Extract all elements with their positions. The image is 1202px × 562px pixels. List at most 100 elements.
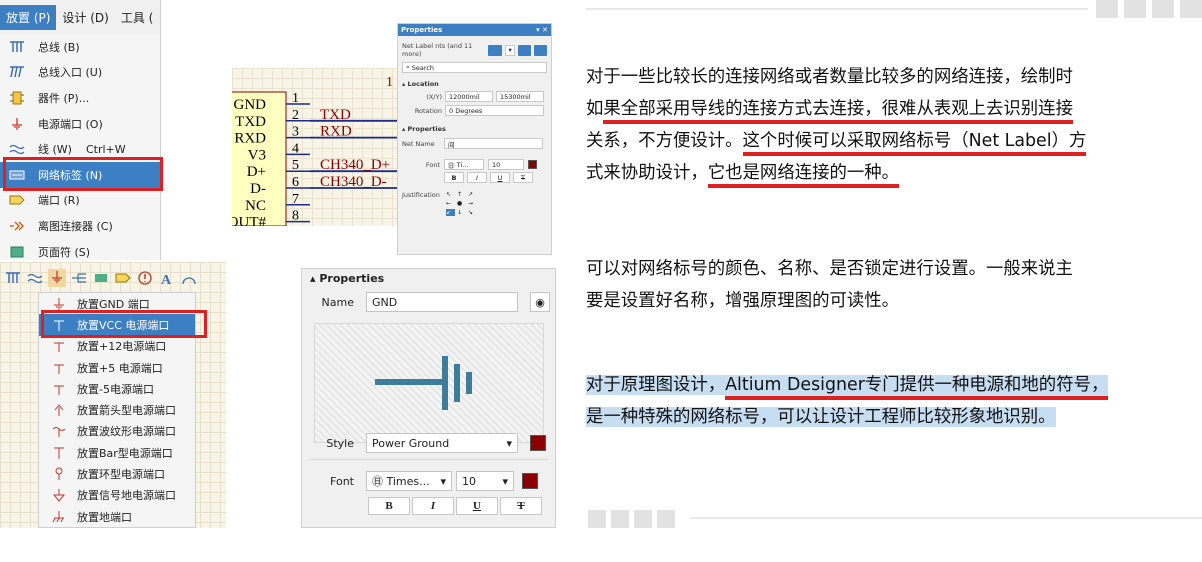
italic-button[interactable]: I [412,497,454,515]
power-port-icon [8,117,26,131]
menu-item-label: 页面符 (S) [38,245,91,259]
format-row: B I U T [368,497,542,515]
underline-button[interactable]: U [456,497,498,515]
list-item-label: 放置信号地电源端口 [77,489,176,503]
rotation-select[interactable]: 0 Degrees [445,105,544,116]
text-line: 对于原理图设计，Altium Designer专门提供一种电源和地的符号， [586,369,1109,401]
menu-tools[interactable]: 工具 ( [115,5,160,30]
style-color-swatch[interactable] [530,435,546,451]
visibility-eye-icon[interactable]: ◉ [530,292,550,312]
pin-number: 1 [292,91,299,106]
net-label-text[interactable]: RXD [320,124,352,140]
net-label-text[interactable]: TXD [320,107,351,123]
net-name-field[interactable]: 间 [444,138,543,149]
pin-number: 5 [292,158,299,173]
list-item[interactable]: 放置地端口 [39,506,195,527]
list-item-label: 放置+5 电源端口 [77,361,163,375]
name-value: GND [372,295,398,309]
list-item[interactable]: 放置箭头型电源端口 [39,399,195,420]
power-port-icon[interactable] [48,269,66,287]
no-erc-icon[interactable] [136,269,154,287]
properties-header[interactable]: ▴ Properties [398,122,551,136]
justification-grid[interactable]: ↖ ↑ ↗ ← ● → ↙ ↓ ↘ [446,191,477,216]
search-input[interactable]: ⌕ Search [402,62,547,73]
justification-row: Justification ↖ ↑ ↗ ← ● → ↙ ↓ ↘ [398,191,551,216]
text-line: 要是设置好名称，增强原理图的可读性。 [586,291,900,311]
text-line: 式来协助设计，它也是网络连接的一种。 [586,157,1086,189]
schematic-component: 1 GND 1 TXD 2 TXD RXD 3 RXD V3 4 D+ 5 CH340_D+ D- 6 CH3… [228,68,397,231]
select-add-icon[interactable] [533,44,548,56]
highlighted-text: 对于原理图设计， [586,375,726,395]
filter-dropdown[interactable]: ▾ [504,44,515,56]
menu-item-sheet-symbol[interactable]: 页面符 (S) [0,239,160,265]
bold-button[interactable]: B [444,172,464,183]
style-select[interactable]: Power Ground ▾ [366,433,518,453]
net-name-label: Net Name [402,139,435,148]
pin-number: 4 [292,141,299,156]
net-label-text[interactable]: CH340_D- [320,174,387,190]
text-span: 式来协助设计， [586,163,708,183]
chevron-down-icon: ▾ [502,474,508,488]
harness-icon[interactable] [70,269,88,287]
rotation-value: 0 Degrees [449,106,483,115]
font-select[interactable]: ㊐ Times... ▾ [366,471,452,491]
x-field[interactable]: 12000mil [445,91,493,102]
arc-icon[interactable] [180,269,198,287]
pin-name: GND [234,97,267,113]
wire-icon[interactable] [26,269,44,287]
list-item[interactable]: 放置-5电源端口 [39,378,195,399]
text-icon[interactable]: A [158,269,176,287]
location-header[interactable]: ▴ Location [398,77,551,91]
net-label-text[interactable]: CH340_D+ [320,157,390,173]
menu-item-power-port[interactable]: 电源端口 (O) [0,111,160,137]
menu-item-bus-entry[interactable]: 总线入口 (U) [0,60,160,86]
chevron-down-icon: ▾ [506,436,512,450]
text-line: 是一种特殊的网络标号，可以让设计工程师比较形象地识别。 [586,401,1108,433]
font-size-select[interactable]: 10 [488,159,524,170]
select-icon[interactable] [517,44,531,56]
bus-icon[interactable] [4,269,22,287]
location-header-label: Location [407,80,439,88]
name-row: Name GND ◉ [302,292,555,312]
menu-design[interactable]: 设计 (D) [56,5,114,30]
style-row: Style Power Ground ▾ [302,433,546,453]
menu-item-port[interactable]: 端口 (R) [0,188,160,214]
menu-place[interactable]: 放置 (P) [0,4,57,30]
filter-icon[interactable] [488,44,502,56]
list-item[interactable]: 放置Bar型电源端口 [39,442,195,463]
sheet-symbol-icon[interactable] [92,269,110,287]
list-item-label: 放置环型电源端口 [77,468,165,482]
font-size-value: 10 [492,160,501,169]
list-item[interactable]: 放置+5 电源端口 [39,357,195,378]
list-item[interactable]: 放置+12电源端口 [39,336,195,357]
bold-button[interactable]: B [368,497,410,515]
circle-power-icon [51,467,67,481]
list-item[interactable]: 放置环型电源端口 [39,463,195,484]
net-name-row: Net Name 间 [398,138,551,149]
properties-header-label: Properties [407,125,446,133]
menu-item-part[interactable]: 器件 (P)... [0,85,160,111]
text-line: 关系，不方便设计。这个时候可以采取网络标号（Net Label）方 [586,125,1087,157]
underline-button[interactable]: U [490,172,510,183]
font-color-swatch[interactable] [528,160,537,169]
list-item[interactable]: 放置信号地电源端口 [39,485,195,506]
list-item[interactable]: 放置波纹形电源端口 [39,421,195,442]
font-select[interactable]: ㊐ Ti... [444,159,484,170]
page-number-icon [8,245,26,259]
font-color-swatch[interactable] [522,473,538,489]
font-row: Font ㊐ Times... ▾ 10 ▾ [302,471,538,491]
y-field[interactable]: 15300mil [496,91,544,102]
italic-button[interactable]: I [467,172,487,183]
strikethrough-button[interactable]: T [500,497,542,515]
pin-number: 2 [292,108,299,123]
signal-ground-icon [51,488,67,503]
menu-item-bus[interactable]: 总线 (B) [0,34,160,60]
port-icon[interactable] [114,269,132,287]
font-size-select[interactable]: 10 ▾ [456,471,514,491]
panel-controls-icon[interactable]: ▾ ✕ [536,26,548,34]
pin-name: NC [245,198,266,214]
underlined-text: 这个时候可以采取网络标号（Net Label）方 [742,131,1087,156]
strike-button[interactable]: T [513,172,533,183]
menu-item-off-sheet-connector[interactable]: 离图连接器 (C) [0,213,160,239]
name-field[interactable]: GND [366,292,518,312]
